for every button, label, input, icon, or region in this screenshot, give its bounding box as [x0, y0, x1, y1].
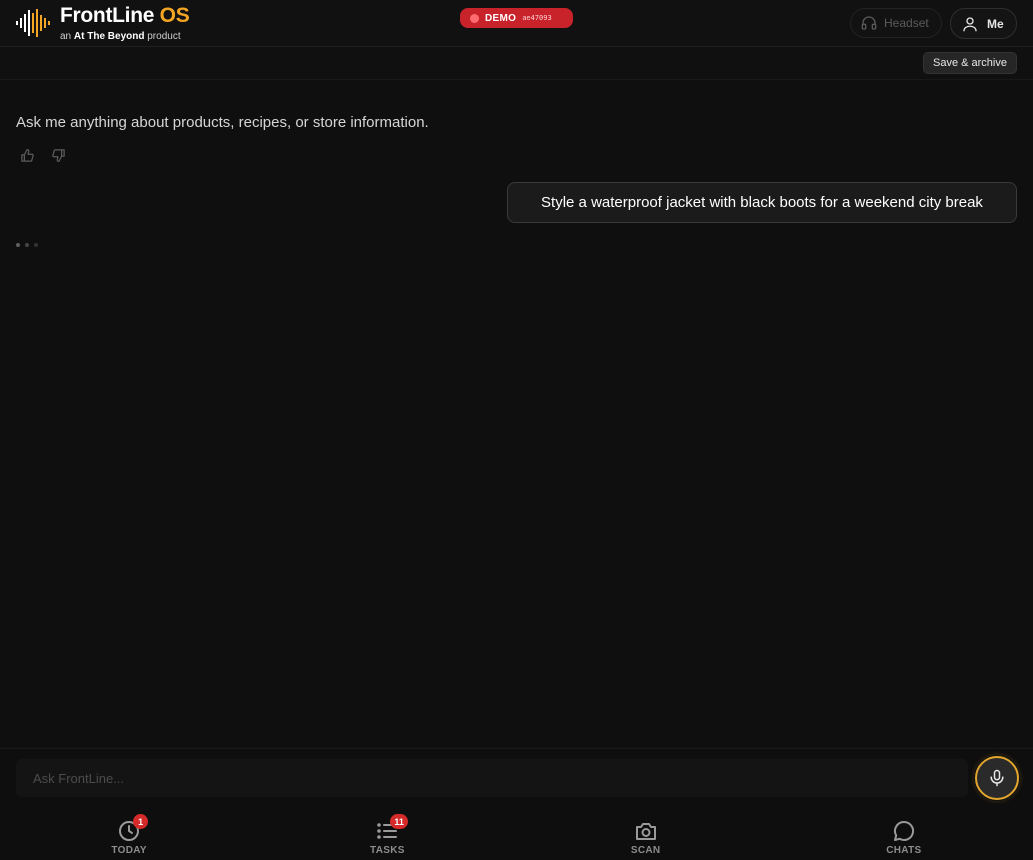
brand-title: FrontLine OS — [60, 4, 190, 28]
byline-prefix: an — [60, 31, 72, 42]
save-archive-button[interactable]: Save & archive — [923, 52, 1017, 74]
today-badge: 1 — [133, 814, 149, 829]
typing-dot — [25, 243, 29, 247]
nav-chats-label: CHATS — [886, 845, 922, 856]
user-message-bubble: Style a waterproof jacket with black boo… — [507, 182, 1017, 223]
nav-chats[interactable]: CHATS — [775, 804, 1033, 860]
typing-dot — [34, 243, 38, 247]
byline-suffix: product — [147, 31, 181, 42]
profile-label: Me — [987, 16, 1004, 31]
soundwave-logo-icon — [16, 9, 50, 37]
top-header: FrontLine OS an At The Beyond product DE… — [0, 0, 1033, 47]
message-feedback — [20, 148, 66, 163]
composer — [0, 748, 1033, 804]
nav-scan[interactable]: SCAN — [517, 804, 775, 860]
nav-today-label: TODAY — [111, 845, 147, 856]
demo-status-dot-icon — [470, 13, 479, 23]
headset-icon — [861, 16, 877, 30]
thumbs-up-icon[interactable] — [20, 148, 35, 163]
typing-dot — [16, 243, 20, 247]
profile-button[interactable]: Me — [950, 8, 1017, 39]
byline-company: At The Beyond — [73, 31, 145, 42]
thumbs-down-icon[interactable] — [51, 148, 66, 163]
tasks-badge: 11 — [390, 814, 408, 829]
typing-indicator — [16, 243, 38, 247]
ask-input[interactable] — [16, 759, 968, 797]
chat-bubble-icon — [893, 820, 914, 841]
demo-code: ae47093 — [522, 14, 552, 22]
microphone-button[interactable] — [975, 756, 1019, 800]
nav-tasks[interactable]: 11 TASKS — [258, 804, 516, 860]
assistant-message: Ask me anything about products, recipes,… — [16, 114, 429, 131]
demo-label: DEMO — [485, 12, 517, 24]
user-icon — [963, 16, 977, 31]
chat-toolbar: Save & archive — [0, 47, 1033, 80]
brand-byline: an At The Beyond product — [60, 31, 181, 42]
bottom-nav: 1 TODAY 11 TASKS SCAN CHATS — [0, 804, 1033, 860]
nav-tasks-label: TASKS — [370, 845, 405, 856]
camera-icon — [635, 823, 656, 840]
headset-label: Headset — [884, 16, 929, 30]
demo-badge: DEMO ae47093 — [460, 8, 573, 28]
nav-scan-label: SCAN — [630, 845, 661, 856]
brand-suffix: OS — [159, 4, 190, 27]
app: FrontLine OS an At The Beyond product DE… — [0, 0, 1033, 860]
nav-today[interactable]: 1 TODAY — [0, 804, 258, 860]
brand-name: FrontLine — [60, 4, 155, 27]
microphone-icon — [990, 769, 1004, 787]
headset-button[interactable]: Headset — [850, 8, 942, 38]
